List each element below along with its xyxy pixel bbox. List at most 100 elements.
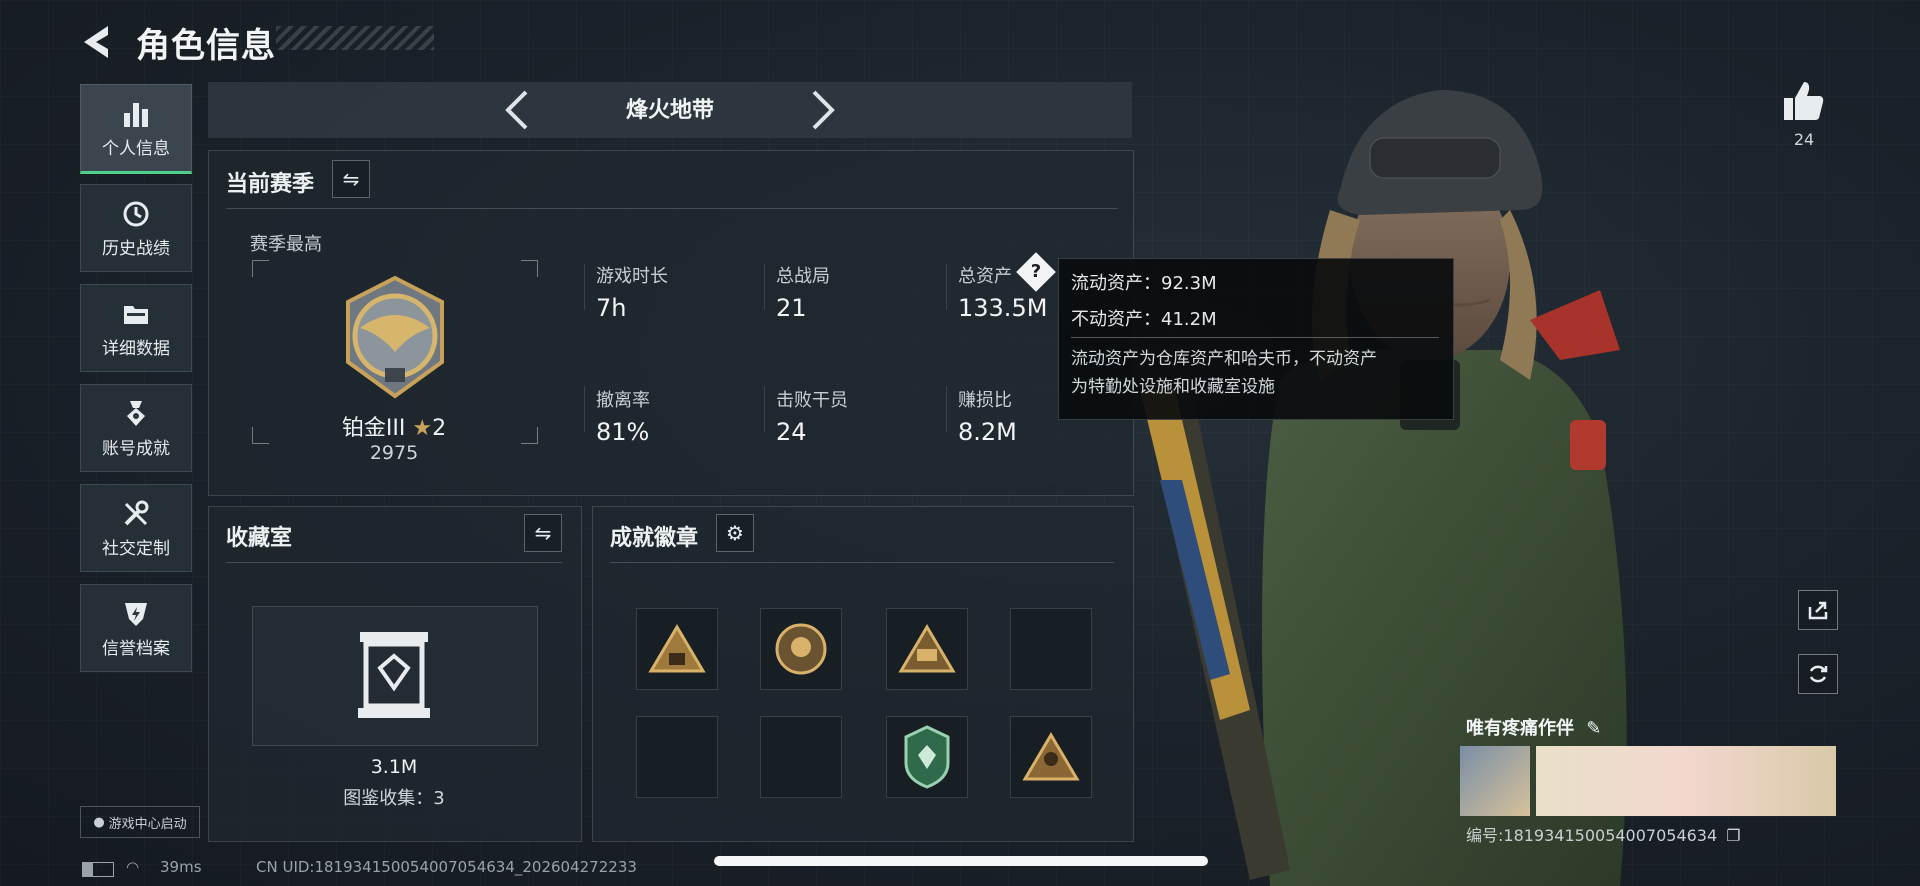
badge-slot[interactable]: [886, 716, 968, 798]
collection-panel-title: 收藏室: [226, 526, 293, 551]
profile-banner[interactable]: [1460, 746, 1836, 816]
history-clock-icon: [123, 201, 149, 226]
green-shield-badge-icon: [904, 725, 950, 789]
folder-data-icon: [124, 305, 148, 324]
sidebar-item-achievements[interactable]: 账号成就: [80, 384, 192, 472]
tooltip-desc-line-1: 流动资产为仓库资产和哈夫币，不动资产: [1071, 349, 1377, 369]
copy-icon[interactable]: ❐: [1726, 826, 1740, 845]
refresh-icon: [1809, 665, 1828, 683]
stat-value: 8.2M: [958, 418, 1017, 446]
refresh-button[interactable]: [1798, 654, 1838, 694]
stat-value: 7h: [596, 294, 627, 322]
like-count: 24: [1793, 130, 1815, 149]
badge-slot-empty[interactable]: [760, 716, 842, 798]
stat-value: 24: [776, 418, 807, 446]
assets-tooltip: 流动资产：92.3M 不动资产：41.2M 流动资产为仓库资产和哈夫币，不动资产…: [1058, 258, 1454, 420]
question-mark-icon: ?: [1030, 261, 1042, 282]
collection-vault-icon: [358, 632, 430, 718]
tools-icon: [124, 500, 149, 525]
collection-divider: [226, 562, 562, 563]
uid-text: CN UID:181934150054007054634_20260427223…: [256, 858, 637, 876]
serial-text: 编号:18193415005400705463​4: [1466, 826, 1718, 845]
banner-art: [1536, 746, 1836, 816]
stat-label: 击败干员: [776, 390, 848, 411]
qq-penguin-icon: ●: [93, 814, 105, 830]
sidebar-item-personal-info[interactable]: 个人信息: [80, 84, 192, 174]
ping-value: 39ms: [160, 858, 202, 876]
badge-slot-empty[interactable]: [636, 716, 718, 798]
stat-label: 撤离率: [596, 390, 650, 411]
rank-stars: 2: [432, 416, 447, 441]
gear-icon: ⚙: [726, 521, 744, 545]
badge-slot[interactable]: [636, 608, 718, 690]
launch-badge-label: 游戏中心启动: [108, 816, 187, 832]
share-button[interactable]: [1798, 590, 1838, 630]
achievement-divider: [610, 562, 1114, 563]
wifi-icon: ◠: [126, 858, 140, 876]
home-indicator[interactable]: [714, 856, 1208, 866]
tooltip-desc-line-2: 为特勤处设施和收藏室设施: [1071, 377, 1275, 397]
mode-next-arrow-icon[interactable]: [806, 88, 840, 132]
page-title: 角色信息: [136, 26, 276, 66]
thumbs-up-icon[interactable]: [1780, 78, 1828, 126]
reputation-shield-icon: [125, 602, 147, 626]
avatar: [1460, 746, 1530, 816]
collection-count: 图鉴收集：3: [343, 788, 445, 809]
rank-name-row: 铂金III ★2: [334, 410, 454, 442]
sidebar-item-social[interactable]: 社交定制: [80, 484, 192, 572]
stat-label: 总战局: [776, 266, 830, 287]
triangle-badge-icon: [648, 624, 706, 673]
tooltip-liquid-assets: 流动资产：92.3M: [1071, 273, 1217, 294]
round-badge-icon: [775, 623, 827, 675]
stat-label: 游戏时长: [596, 266, 668, 287]
achievement-settings-button[interactable]: ⚙: [716, 514, 754, 552]
collection-switch-button[interactable]: ⇋: [524, 514, 562, 552]
sidebar-item-label: 账号成就: [102, 438, 170, 459]
tooltip-fixed-assets: 不动资产：41.2M: [1071, 309, 1217, 330]
triangle-50-badge-icon: [898, 624, 956, 673]
title-decoration: [276, 26, 434, 50]
achievement-medal-icon: [127, 400, 145, 426]
mode-title: 烽火地带: [625, 98, 714, 123]
player-title-text: 唯有疼痛作伴: [1466, 718, 1574, 739]
season-panel-title: 当前赛季: [226, 172, 315, 197]
game-center-launch-badge[interactable]: ● 游戏中心启动: [80, 806, 200, 838]
rank-points: 2975: [369, 442, 419, 464]
rank-name: 铂金III: [341, 416, 406, 441]
platinum-rank-emblem-icon: [346, 275, 444, 399]
back-arrow-icon[interactable]: [78, 22, 118, 62]
player-title: 唯有疼痛作伴 ✎: [1466, 714, 1601, 740]
swap-arrows-icon: ⇋: [534, 521, 552, 545]
sidebar-item-history[interactable]: 历史战绩: [80, 184, 192, 272]
edit-pencil-icon[interactable]: ✎: [1586, 718, 1601, 739]
sidebar-item-detailed-data[interactable]: 详细数据: [80, 284, 192, 372]
achievement-panel-title: 成就徽章: [610, 526, 699, 551]
sidebar-item-label: 个人信息: [102, 138, 170, 159]
season-switch-button[interactable]: ⇋: [332, 160, 370, 198]
bar-chart-icon: [124, 102, 148, 127]
stat-label: 总资产: [958, 266, 1012, 287]
season-divider: [226, 208, 1118, 209]
swap-arrows-icon: ⇋: [342, 167, 360, 191]
soldier-triangle-badge-icon: [1022, 732, 1080, 781]
sidebar-item-label: 信誉档案: [102, 638, 170, 659]
sidebar-item-reputation[interactable]: 信誉档案: [80, 584, 192, 672]
badge-slot[interactable]: [886, 608, 968, 690]
badge-slot[interactable]: [1010, 716, 1092, 798]
badge-slot[interactable]: [760, 608, 842, 690]
rank-star-icon: ★: [412, 416, 433, 441]
stat-value: 21: [776, 294, 807, 322]
stat-value: 133.5M: [958, 294, 1048, 322]
stat-value: 81%: [596, 418, 650, 446]
stat-label: 赚损比: [958, 390, 1012, 411]
season-best-label: 赛季最高: [250, 234, 322, 255]
sidebar-item-label: 详细数据: [102, 338, 170, 359]
mode-prev-arrow-icon[interactable]: [500, 88, 534, 132]
collection-value: 3.1M: [370, 756, 418, 778]
serial-number: 编号:18193415005400705463​4 ❐: [1466, 822, 1741, 846]
share-icon: [1808, 601, 1828, 620]
sidebar-item-label: 历史战绩: [102, 238, 170, 259]
battery-icon: [82, 862, 114, 877]
sidebar-item-label: 社交定制: [102, 538, 170, 559]
badge-slot-empty[interactable]: [1010, 608, 1092, 690]
